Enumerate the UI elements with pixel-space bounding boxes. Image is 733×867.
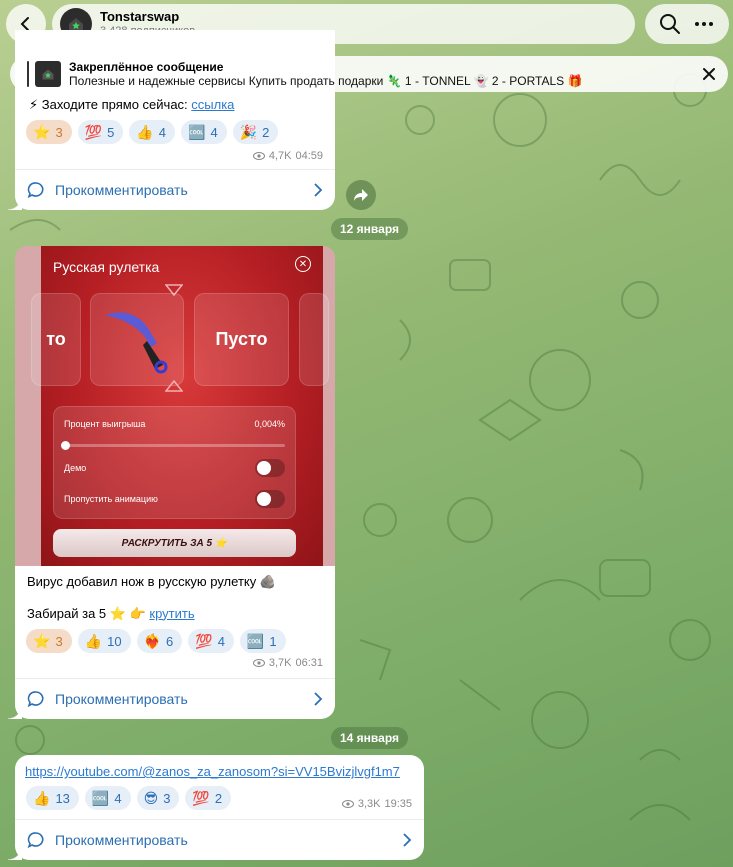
eye-icon	[341, 800, 354, 808]
chevron-right-icon	[314, 183, 323, 197]
youtube-link[interactable]: https://youtube.com/@zanos_za_zanosom?si…	[25, 764, 400, 779]
star-house-icon	[42, 69, 54, 80]
date-separator: 12 января	[331, 218, 408, 240]
reactions-bar: 👍 13 🆒 4 😎 3 💯 2	[26, 786, 232, 810]
message-time: 04:59	[295, 150, 323, 162]
reaction-hundred[interactable]: 💯 2	[185, 786, 232, 810]
search-icon[interactable]	[659, 13, 681, 35]
eye-icon	[252, 659, 265, 667]
win-value: 0,004%	[254, 419, 285, 429]
comment-icon	[27, 832, 44, 849]
settings-panel: Процент выигрыша 0,004% Демо Пропустить а…	[53, 406, 296, 519]
pinned-title: Закреплённое сообщение	[69, 59, 224, 74]
message-link[interactable]: ссылка	[191, 97, 234, 112]
skip-animation-toggle	[255, 490, 285, 508]
message-text: Вирус добавил нож в русскую рулетку 🪨 За…	[27, 574, 277, 621]
pinned-indicator	[27, 61, 29, 87]
demo-toggle	[255, 459, 285, 477]
reaction-star[interactable]: ⭐ 3	[26, 629, 72, 653]
comment-icon	[27, 182, 44, 199]
reactions-bar: ⭐ 3 👍 10 ❤️‍🔥 6 💯 4 🆒 1	[26, 629, 286, 653]
comment-label: Прокомментировать	[55, 182, 188, 198]
skip-animation-label: Пропустить анимацию	[64, 494, 158, 504]
comment-button[interactable]: Прокомментировать	[15, 679, 335, 719]
triangle-marker-icon	[165, 380, 183, 392]
date-separator: 14 января	[331, 727, 408, 749]
more-icon[interactable]	[693, 13, 715, 35]
win-label: Процент выигрыша	[64, 419, 146, 429]
reaction-cool[interactable]: 🆒 1	[239, 629, 286, 653]
header-actions	[645, 4, 729, 44]
view-count: 3,3K	[357, 798, 381, 810]
reaction-cool[interactable]: 🆒 4	[84, 786, 131, 810]
message-meta: 3,3K 19:35	[341, 798, 412, 810]
pinned-message[interactable]: Закреплённое сообщение Полезные и надежн…	[10, 56, 728, 92]
close-icon[interactable]	[700, 65, 718, 83]
slot-far-right	[299, 293, 329, 386]
message-bubble: Русская рулетка ✕ то Пусто Процент выигр…	[8, 246, 335, 719]
reaction-thumbs-up[interactable]: 👍 10	[77, 629, 131, 653]
close-icon: ✕	[295, 256, 311, 272]
game-title: Русская рулетка	[53, 259, 160, 275]
channel-title: Tonstarswap	[100, 9, 180, 25]
comment-button[interactable]: Прокомментировать	[15, 820, 424, 860]
demo-label: Демо	[64, 463, 87, 473]
message-link[interactable]: крутить	[149, 606, 194, 621]
reaction-hundred[interactable]: 💯 5	[77, 120, 124, 144]
pinned-thumbnail	[35, 61, 61, 87]
pinned-text: Полезные и надежные сервисы Купить прода…	[69, 74, 583, 88]
message-time: 19:35	[384, 798, 412, 810]
reactions-bar: ⭐ 3 💯 5 👍 4 🆒 4 🎉 2	[26, 120, 279, 144]
view-count: 3,7K	[268, 657, 292, 669]
eye-icon	[252, 152, 265, 160]
win-slider	[61, 441, 285, 450]
slot-center	[90, 293, 184, 386]
reaction-hundred[interactable]: 💯 4	[188, 629, 234, 653]
slot-left: то	[31, 293, 81, 386]
message-text: ⚡ Заходите прямо сейчас: ссылка	[29, 97, 235, 112]
message-meta: 3,7K 06:31	[252, 657, 323, 669]
reaction-cool[interactable]: 🆒 4	[181, 120, 227, 144]
comment-button[interactable]: Прокомментировать	[15, 170, 335, 210]
comment-label: Прокомментировать	[55, 832, 188, 848]
message-text: https://youtube.com/@zanos_za_zanosom?si…	[25, 763, 400, 781]
reaction-heart-fire[interactable]: ❤️‍🔥 6	[136, 629, 183, 653]
comment-icon	[27, 691, 44, 708]
reaction-sunglasses[interactable]: 😎 3	[136, 786, 180, 810]
view-count: 4,7K	[268, 150, 292, 162]
share-arrow-icon	[354, 189, 368, 201]
reaction-thumbs-up[interactable]: 👍 4	[129, 120, 176, 144]
message-meta: 4,7K 04:59	[252, 150, 323, 162]
spin-button: РАСКРУТИТЬ ЗА 5 ⭐	[53, 529, 296, 557]
message-image[interactable]: Русская рулетка ✕ то Пусто Процент выигр…	[15, 246, 335, 566]
chevron-right-icon	[314, 692, 323, 706]
knife-icon	[105, 312, 168, 373]
message-time: 06:31	[295, 657, 323, 669]
roulette-screenshot: Русская рулетка ✕ то Пусто Процент выигр…	[31, 246, 329, 566]
slot-right: Пусто	[194, 293, 289, 386]
reaction-thumbs-up[interactable]: 👍 13	[26, 786, 79, 810]
comment-label: Прокомментировать	[55, 691, 188, 707]
message-bubble: https://youtube.com/@zanos_za_zanosom?si…	[8, 755, 424, 860]
forward-button[interactable]	[346, 180, 376, 210]
chevron-right-icon	[403, 833, 412, 847]
reaction-star[interactable]: ⭐ 3	[26, 120, 72, 144]
reaction-party[interactable]: 🎉 2	[232, 120, 279, 144]
